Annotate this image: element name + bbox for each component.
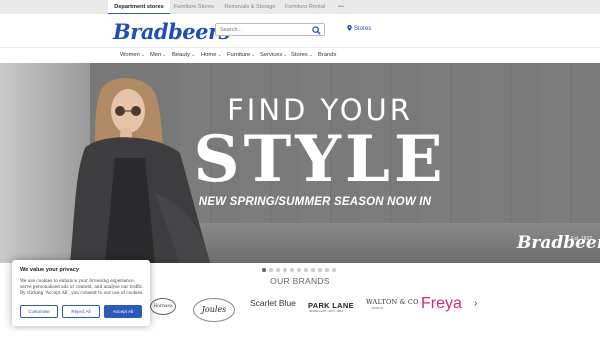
chevron-down-icon: ⌄: [251, 52, 256, 58]
chevron-down-icon: ⌄: [162, 52, 167, 58]
nav-item-services[interactable]: Services⌄: [260, 52, 287, 58]
more-tabs-button[interactable]: •••: [334, 0, 348, 14]
nav-item-men[interactable]: Men⌄: [150, 52, 166, 58]
hero-established: Est. 1837: [571, 236, 593, 242]
stores-link[interactable]: Stores: [347, 25, 371, 32]
nav-item-brands[interactable]: Brands: [318, 52, 336, 58]
brand-logo-walton[interactable]: WALTON & CO: [366, 298, 419, 306]
site-switcher-bar: Department stores Furniture Stores Remov…: [0, 0, 600, 14]
chevron-down-icon: ⌄: [140, 52, 146, 58]
carousel-dot[interactable]: [269, 268, 273, 272]
carousel-dot[interactable]: [283, 268, 287, 272]
nav-label: Furniture: [227, 52, 251, 58]
cookie-title: We value your privacy: [20, 267, 79, 273]
customise-button[interactable]: Customise: [20, 305, 58, 318]
carousel-dot[interactable]: [297, 268, 301, 272]
nav-item-furniture[interactable]: Furniture⌄: [227, 52, 255, 58]
bradbeers-logo[interactable]: Bradbeers: [113, 19, 230, 44]
chevron-down-icon: ⌄: [191, 52, 196, 58]
carousel-dot[interactable]: [290, 268, 294, 272]
nav-label: Stores: [291, 52, 308, 58]
tab-furniture-stores[interactable]: Furniture Stores: [170, 0, 218, 14]
brand-logo-joules[interactable]: Joules: [193, 298, 235, 322]
nav-label: Brands: [318, 52, 337, 58]
search-icon[interactable]: [312, 26, 321, 35]
carousel-dot[interactable]: [318, 268, 322, 272]
hero-subtitle: NEW SPRING/SUMMER SEASON NOW IN: [198, 196, 432, 208]
nav-item-stores[interactable]: Stores⌄: [291, 52, 313, 58]
nav-label: Services: [260, 52, 283, 58]
tab-department-stores[interactable]: Department stores: [108, 0, 170, 14]
search-box[interactable]: [215, 23, 325, 36]
cookie-body: We use cookies to enhance your browsing …: [20, 278, 144, 295]
carousel-dot[interactable]: [304, 268, 308, 272]
brand-logo-freya[interactable]: Freya: [421, 295, 462, 313]
accept-all-button[interactable]: Accept All: [104, 305, 142, 318]
carousel-dot[interactable]: [332, 268, 336, 272]
nav-label: Men: [150, 52, 162, 58]
hero-title-line2: STYLE: [193, 122, 447, 197]
carousel-dot[interactable]: [325, 268, 329, 272]
brands-section-title: OUR BRANDS: [270, 276, 330, 286]
nav-label: Women: [120, 52, 140, 58]
nav-item-beauty[interactable]: Beauty⌄: [172, 52, 195, 58]
main-nav: Women⌄ Men⌄ Beauty⌄ Home⌄ Furniture⌄ Ser…: [0, 47, 600, 63]
carousel-dot[interactable]: [262, 268, 266, 272]
tab-removals-storage[interactable]: Removals & Storage: [222, 0, 278, 14]
brands-next-arrow-icon[interactable]: ›: [474, 298, 477, 309]
carousel-dot[interactable]: [276, 268, 280, 272]
reject-all-button[interactable]: Reject All: [62, 305, 100, 318]
tab-furniture-rental[interactable]: Furniture Rental: [282, 0, 328, 14]
search-input[interactable]: [220, 25, 310, 35]
location-pin-icon: [347, 25, 352, 31]
brand-logo-park-lane-sub: JEWELLERY | EST. 1964: [309, 309, 344, 313]
chevron-down-icon: ⌄: [283, 52, 288, 58]
cookie-consent-dialog: We value your privacy We use cookies to …: [12, 260, 150, 326]
nav-item-home[interactable]: Home⌄: [201, 52, 222, 58]
chevron-down-icon: ⌄: [308, 52, 313, 58]
brand-logo-hornsea[interactable]: Hornsea: [150, 298, 176, 315]
stores-link-label: Stores: [354, 26, 372, 32]
nav-label: Home: [201, 52, 217, 58]
chevron-down-icon: ⌄: [217, 52, 222, 58]
carousel-dot[interactable]: [311, 268, 315, 272]
nav-item-women[interactable]: Women⌄: [120, 52, 145, 58]
nav-label: Beauty: [172, 52, 191, 58]
brand-logo-walton-sub: DUBLIN: [372, 306, 384, 310]
hero-banner[interactable]: FIND YOUR STYLE NEW SPRING/SUMMER SEASON…: [0, 63, 600, 263]
brand-logo-scarlet-blue[interactable]: Scarlet Blue: [250, 298, 296, 308]
